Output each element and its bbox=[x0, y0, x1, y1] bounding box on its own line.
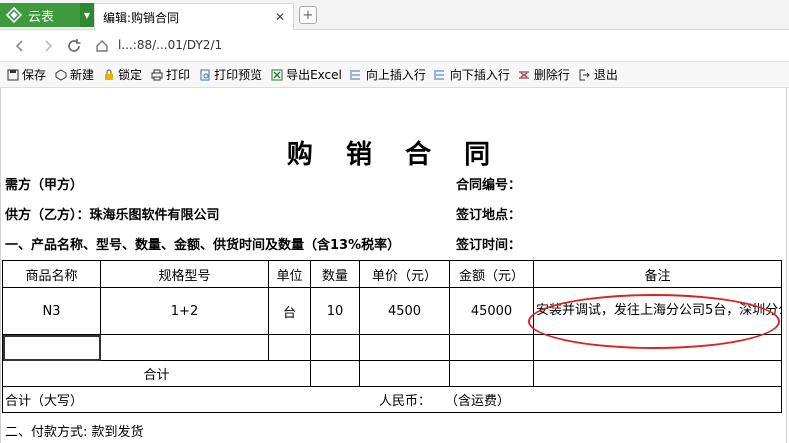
home-icon[interactable] bbox=[92, 36, 112, 56]
cell-spec[interactable]: 1+2 bbox=[100, 287, 269, 335]
table-header-row: 商品名称 规格型号 单位 数量 单价（元） 金额（元） 备注 bbox=[2, 260, 782, 288]
cell-empty[interactable] bbox=[100, 334, 269, 361]
export-excel-button[interactable]: 导出Excel bbox=[270, 66, 342, 83]
supplier-label: 供方（乙方）：珠海乐图软件有限公司 bbox=[5, 204, 220, 223]
supplier-label-text: 供方（乙方）： bbox=[5, 208, 90, 223]
delete-row-button[interactable]: 删除行 bbox=[518, 66, 570, 83]
save-label: 保存 bbox=[22, 68, 47, 82]
app-logo-icon bbox=[6, 7, 22, 23]
cell-unit[interactable]: 台 bbox=[268, 287, 311, 335]
print-icon bbox=[150, 68, 163, 81]
page-title: 购 销 合 同 bbox=[286, 140, 503, 170]
print-label: 打印 bbox=[166, 68, 191, 82]
cell-empty[interactable] bbox=[359, 334, 450, 361]
rmb-label: 人民币： bbox=[379, 394, 432, 409]
total-note[interactable] bbox=[533, 360, 782, 387]
new-icon bbox=[54, 68, 67, 81]
insert-above-button[interactable]: 向上插入行 bbox=[350, 66, 426, 83]
browser-tab-bar: 云表 ▼ 编辑:购销合同 ✕ + bbox=[0, 0, 789, 30]
header-product-name: 商品名称 bbox=[2, 260, 101, 288]
back-icon[interactable] bbox=[10, 36, 30, 56]
table-total-row: 合计 bbox=[2, 360, 782, 387]
insert-below-label: 向下插入行 bbox=[449, 68, 510, 82]
new-tab-button[interactable]: + bbox=[299, 6, 317, 24]
header-price: 单价（元） bbox=[359, 260, 450, 288]
exit-icon bbox=[578, 68, 591, 81]
insert-above-label: 向上插入行 bbox=[365, 68, 426, 82]
uppercase-total-cell: 合计（大写） 人民币： （含运费） bbox=[2, 386, 782, 413]
total-qty[interactable] bbox=[310, 360, 360, 387]
address-bar: l...:88/...01/DY2/1 bbox=[0, 30, 789, 62]
cell-product-name[interactable]: N3 bbox=[2, 287, 101, 335]
export-excel-label: 导出Excel bbox=[286, 68, 342, 82]
document-toolbar: 保存 新建 锁定 打印 打印预览 导出Excel 向上插入行 向下插入行 删除行… bbox=[0, 62, 789, 88]
cell-price[interactable]: 4500 bbox=[359, 287, 450, 335]
insert-above-icon bbox=[350, 68, 363, 81]
contract-document: 购 销 合 同 需方（甲方） 供方（乙方）：珠海乐图软件有限公司 一、产品名称、… bbox=[0, 88, 789, 443]
print-button[interactable]: 打印 bbox=[150, 66, 190, 83]
header-amount: 金额（元） bbox=[449, 260, 534, 288]
reload-icon[interactable] bbox=[64, 36, 84, 56]
total-label: 合计 bbox=[2, 360, 311, 387]
app-menu-button[interactable]: 云表 bbox=[0, 3, 80, 27]
lock-icon bbox=[102, 68, 115, 81]
save-icon bbox=[6, 68, 19, 81]
cell-amount[interactable]: 45000 bbox=[449, 287, 534, 335]
table-uppercase-row: 合计（大写） 人民币： （含运费） bbox=[2, 386, 782, 413]
print-preview-button[interactable]: 打印预览 bbox=[198, 66, 262, 83]
cell-empty[interactable] bbox=[268, 334, 311, 361]
note-highlight-ellipse bbox=[528, 294, 780, 349]
exit-button[interactable]: 退出 bbox=[578, 66, 618, 83]
cell-empty[interactable] bbox=[449, 334, 534, 361]
print-preview-label: 打印预览 bbox=[214, 68, 263, 82]
lock-label: 锁定 bbox=[118, 68, 143, 82]
new-button[interactable]: 新建 bbox=[54, 66, 94, 83]
save-button[interactable]: 保存 bbox=[6, 66, 46, 83]
cell-empty[interactable] bbox=[310, 334, 360, 361]
app-name: 云表 bbox=[28, 9, 55, 25]
excel-icon bbox=[270, 68, 283, 81]
freight-label: （含运费） bbox=[445, 394, 511, 409]
contract-no-label: 合同编号： bbox=[456, 178, 522, 193]
total-price[interactable] bbox=[359, 360, 450, 387]
delete-row-icon bbox=[518, 68, 531, 81]
lock-button[interactable]: 锁定 bbox=[102, 66, 142, 83]
header-spec: 规格型号 bbox=[100, 260, 269, 288]
insert-below-icon bbox=[434, 68, 447, 81]
header-unit: 单位 bbox=[268, 260, 311, 288]
sign-place-label: 签订地点： bbox=[456, 208, 522, 223]
print-preview-icon bbox=[198, 68, 211, 81]
cell-selected-empty[interactable] bbox=[2, 334, 101, 361]
app-dropdown-icon[interactable]: ▼ bbox=[80, 3, 94, 27]
new-label: 新建 bbox=[70, 68, 95, 82]
tab-edit-contract[interactable]: 编辑:购销合同 ✕ bbox=[94, 3, 294, 30]
section-2-payment: 二、付款方式: 款到发货 bbox=[5, 425, 144, 440]
delete-row-label: 删除行 bbox=[533, 68, 570, 82]
tab-close-icon[interactable]: ✕ bbox=[275, 10, 285, 24]
section-1-heading: 一、产品名称、型号、数量、金额、供货时间及数量（含13%税率） bbox=[5, 238, 401, 253]
cell-qty[interactable]: 10 bbox=[310, 287, 360, 335]
exit-label: 退出 bbox=[593, 68, 618, 82]
forward-icon[interactable] bbox=[38, 36, 58, 56]
buyer-label: 需方（甲方） bbox=[5, 178, 84, 193]
header-note: 备注 bbox=[533, 260, 782, 288]
sign-time-label: 签订时间： bbox=[456, 238, 522, 253]
total-amount[interactable] bbox=[449, 360, 534, 387]
tab-title: 编辑:购销合同 bbox=[103, 10, 180, 25]
insert-below-button[interactable]: 向下插入行 bbox=[434, 66, 510, 83]
supplier-name[interactable]: 珠海乐图软件有限公司 bbox=[90, 208, 220, 223]
uppercase-total-label: 合计（大写） bbox=[5, 394, 84, 409]
url-text[interactable]: l...:88/...01/DY2/1 bbox=[118, 38, 222, 52]
header-qty: 数量 bbox=[310, 260, 360, 288]
